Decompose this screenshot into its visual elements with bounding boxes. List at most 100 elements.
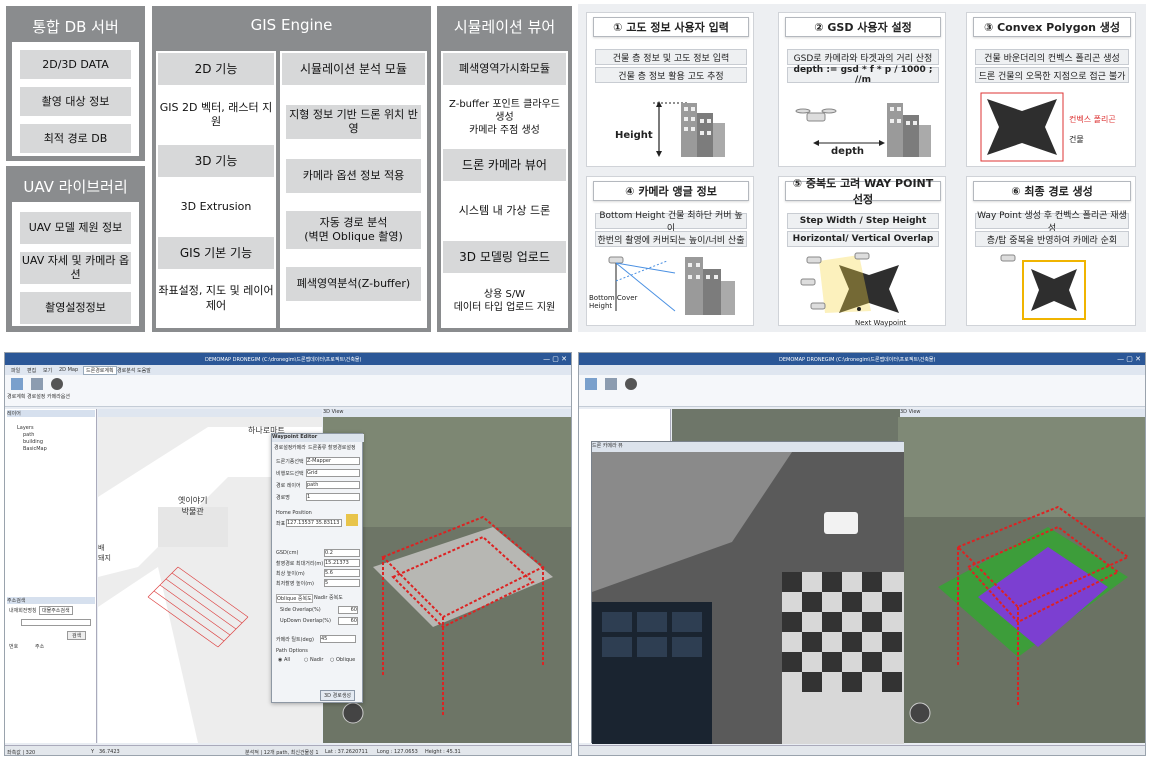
param-min-input[interactable]: 5 [324,579,360,587]
pointcloud-colored-canvas [898,417,1145,743]
step-4-label-bottom: Bottom Cover Height [589,294,638,310]
home-coord-input[interactable]: 127.13537 35.83113 [286,519,342,527]
field-layer-select[interactable]: path [306,481,360,489]
layer-item-basicmap[interactable]: BasicMap [23,446,47,452]
generate-3d-route-button[interactable]: 3D 경로생성 [320,690,356,701]
sim-viewer-title: 시뮬레이션 뷰어 [453,18,556,36]
search-select[interactable]: 대물주소검색 [39,606,73,615]
step-3-title: ③ Convex Polygon 생성 [973,17,1131,37]
menu-2dmap[interactable]: 2D Map [59,367,78,373]
radio-all[interactable]: ◉ All [278,657,290,663]
step-card-3: ③ Convex Polygon 생성 건물 바운더리의 컨벡스 폴리곤 생성 … [966,12,1136,167]
step-1-row-2: 건물 층 정보 활용 고도 추정 [595,67,747,83]
step-2-row-1: GSD로 카메라와 타겟과의 거리 산정 [787,49,939,65]
status-y: Y [91,749,95,755]
view-3d-tab[interactable]: 3D View [323,409,571,417]
search-input[interactable] [21,619,91,626]
layer-item-layers[interactable]: Layers [17,425,34,431]
db-item-2d3d: 2D/3D DATA [20,50,131,79]
side-overlap-label: Side Overlap(%) [280,607,321,613]
camera-option2-icon[interactable] [625,378,637,390]
sim-item-camera: 카메라 옵션 정보 적용 [286,159,421,193]
layer-item-path[interactable]: path [23,432,34,438]
param-gsd-input[interactable]: 0.2 [324,549,360,557]
ribbon-label-setting: 경로설정 [27,394,46,400]
window-controls-icon[interactable]: — ▢ ✕ [543,355,567,363]
uav-item-spec: UAV 모델 제원 정보 [20,212,131,244]
radio-nadir[interactable]: ○ Nadir [304,657,323,663]
dialog-tab-shot[interactable]: 촬영경로설정 [328,444,356,451]
menu-file[interactable]: 파일 [11,367,20,374]
route-setting-icon[interactable] [31,378,43,390]
dialog-tab-camera[interactable]: 카메라 [292,444,306,451]
field-layer-label: 경로 레이어 [276,483,301,489]
field-name-input[interactable]: 1 [306,493,360,501]
camera-tilt-label: 카메라 틸트(deg) [276,637,314,643]
view2-3d-tab[interactable]: 3D View [900,409,1145,417]
status-y-value: 36.7423 [99,749,120,755]
step-card-2: ② GSD 사용자 설정 GSD로 카메라와 타겟과의 거리 산정 depth … [778,12,946,167]
hand-pick-icon[interactable] [346,514,358,526]
tab-nadir-overlap[interactable]: Nadir 중복도 [314,594,343,601]
menu-bar: 파일 편집 보기 2D Map 드론경로계획 경로분석 도움말 [5,365,571,375]
radio-all-label: All [283,657,291,663]
gis-2d-title: 2D 기능 [158,53,274,85]
drone-camera-image [592,452,904,744]
db-server-panel: 통합 DB 서버 2D/3D DATA 촬영 대상 정보 최적 경로 DB [6,6,145,161]
layer-item-building[interactable]: building [23,439,43,445]
db-server-title: 통합 DB 서버 [32,18,119,36]
status-long: Long : 127.0653 [377,749,418,755]
status-bar-2 [579,745,1145,755]
field-mode-label: 비행모드선택 [276,471,304,477]
drone-depth-diagram-icon [795,103,931,157]
status-analysis: 분석적 | 12개 path, 최신건물성 1 [245,750,319,756]
sim-module-title: 시뮬레이션 분석 모듈 [282,53,425,85]
side-overlap-input[interactable]: 60 [338,606,358,614]
menu-edit[interactable]: 편집 [27,367,36,374]
window2-controls-icon[interactable]: — ▢ ✕ [1117,355,1141,363]
steps-panel: ① 고도 정보 사용자 입력 건물 층 정보 및 고도 정보 입력 건물 층 정… [578,4,1146,332]
db-item-target: 촬영 대상 정보 [20,87,131,116]
ribbon-label-camera: 카메라옵션 [47,394,71,400]
menu-view[interactable]: 보기 [43,367,52,374]
field-mode-select[interactable]: Grid [306,469,360,477]
param-top-input[interactable]: 5.6 [324,569,360,577]
route-plan2-icon[interactable] [585,378,597,390]
step-1-label-height: Height [615,130,653,141]
convex-polygon-diagram-icon [980,92,1064,162]
gis-engine-panel: GIS Engine 2D 기능 GIS 2D 벡터, 래스터 지원 3D 기능… [152,6,431,332]
uav-library-title: UAV 라이브러리 [23,178,128,196]
map-label-left: 배 돼지 [98,544,111,562]
waypoint-overlap-diagram-icon [800,252,899,313]
app-window-right: DEMOMAP DRONEGIM (C:\dronegim\드론맵데이터\프로젝… [578,352,1146,756]
step-2-title: ② GSD 사용자 설정 [785,17,941,37]
ribbon2 [579,375,1145,407]
field-drone-select[interactable]: Z-Mapper [306,457,360,465]
step-3-label-building: 건물 [1069,135,1084,144]
status-bar: 좌측값 | 320 Y 36.7423 분석적 | 12개 path, 최신건물… [5,745,571,756]
tab-oblique-overlap[interactable]: Oblique 중복도 [276,594,313,603]
updown-overlap-input[interactable]: 60 [338,617,358,625]
param-maxdist-input[interactable]: 15.21373 [324,559,360,567]
radio-nadir-label: Nadir [309,657,324,663]
menu-drone-plan[interactable]: 드론경로계획 [83,366,117,375]
camera-tilt-input[interactable]: 45 [320,635,356,643]
dialog-title: Waypoint Editor [272,434,364,442]
step-4-row-2: 한번의 촬영에 커버되는 높이/너비 산출 [595,231,747,247]
menu-analysis[interactable]: 경로분석 [117,367,135,374]
dialog-tab-route[interactable]: 경로설정 [274,444,292,451]
camera-option-icon[interactable] [51,378,63,390]
step-6-row-1: Way Point 생성 후 컨벡스 폴리곤 재생성 [975,211,1129,234]
route-plan-icon[interactable] [11,378,23,390]
sim-item-auto: 자동 경로 분석 (벽면 Oblique 촬영) [286,211,421,249]
radio-oblique[interactable]: ○ Oblique [330,657,355,663]
step-5-row-2: Horizontal/ Vertical Overlap [787,231,939,247]
step-3-row-2: 드론 건물의 오목한 지점으로 접근 불가 [975,67,1129,83]
viewer-c-title: 3D 모델링 업로드 [443,241,566,273]
menu-help[interactable]: 도움말 [137,367,151,374]
search-button[interactable]: 검색 [67,631,87,640]
home-label: Home Position [276,510,312,516]
final-route-diagram-icon [1000,254,1086,320]
dialog-tab-drone[interactable]: 드론종류 [308,444,326,451]
route-setting2-icon[interactable] [605,378,617,390]
